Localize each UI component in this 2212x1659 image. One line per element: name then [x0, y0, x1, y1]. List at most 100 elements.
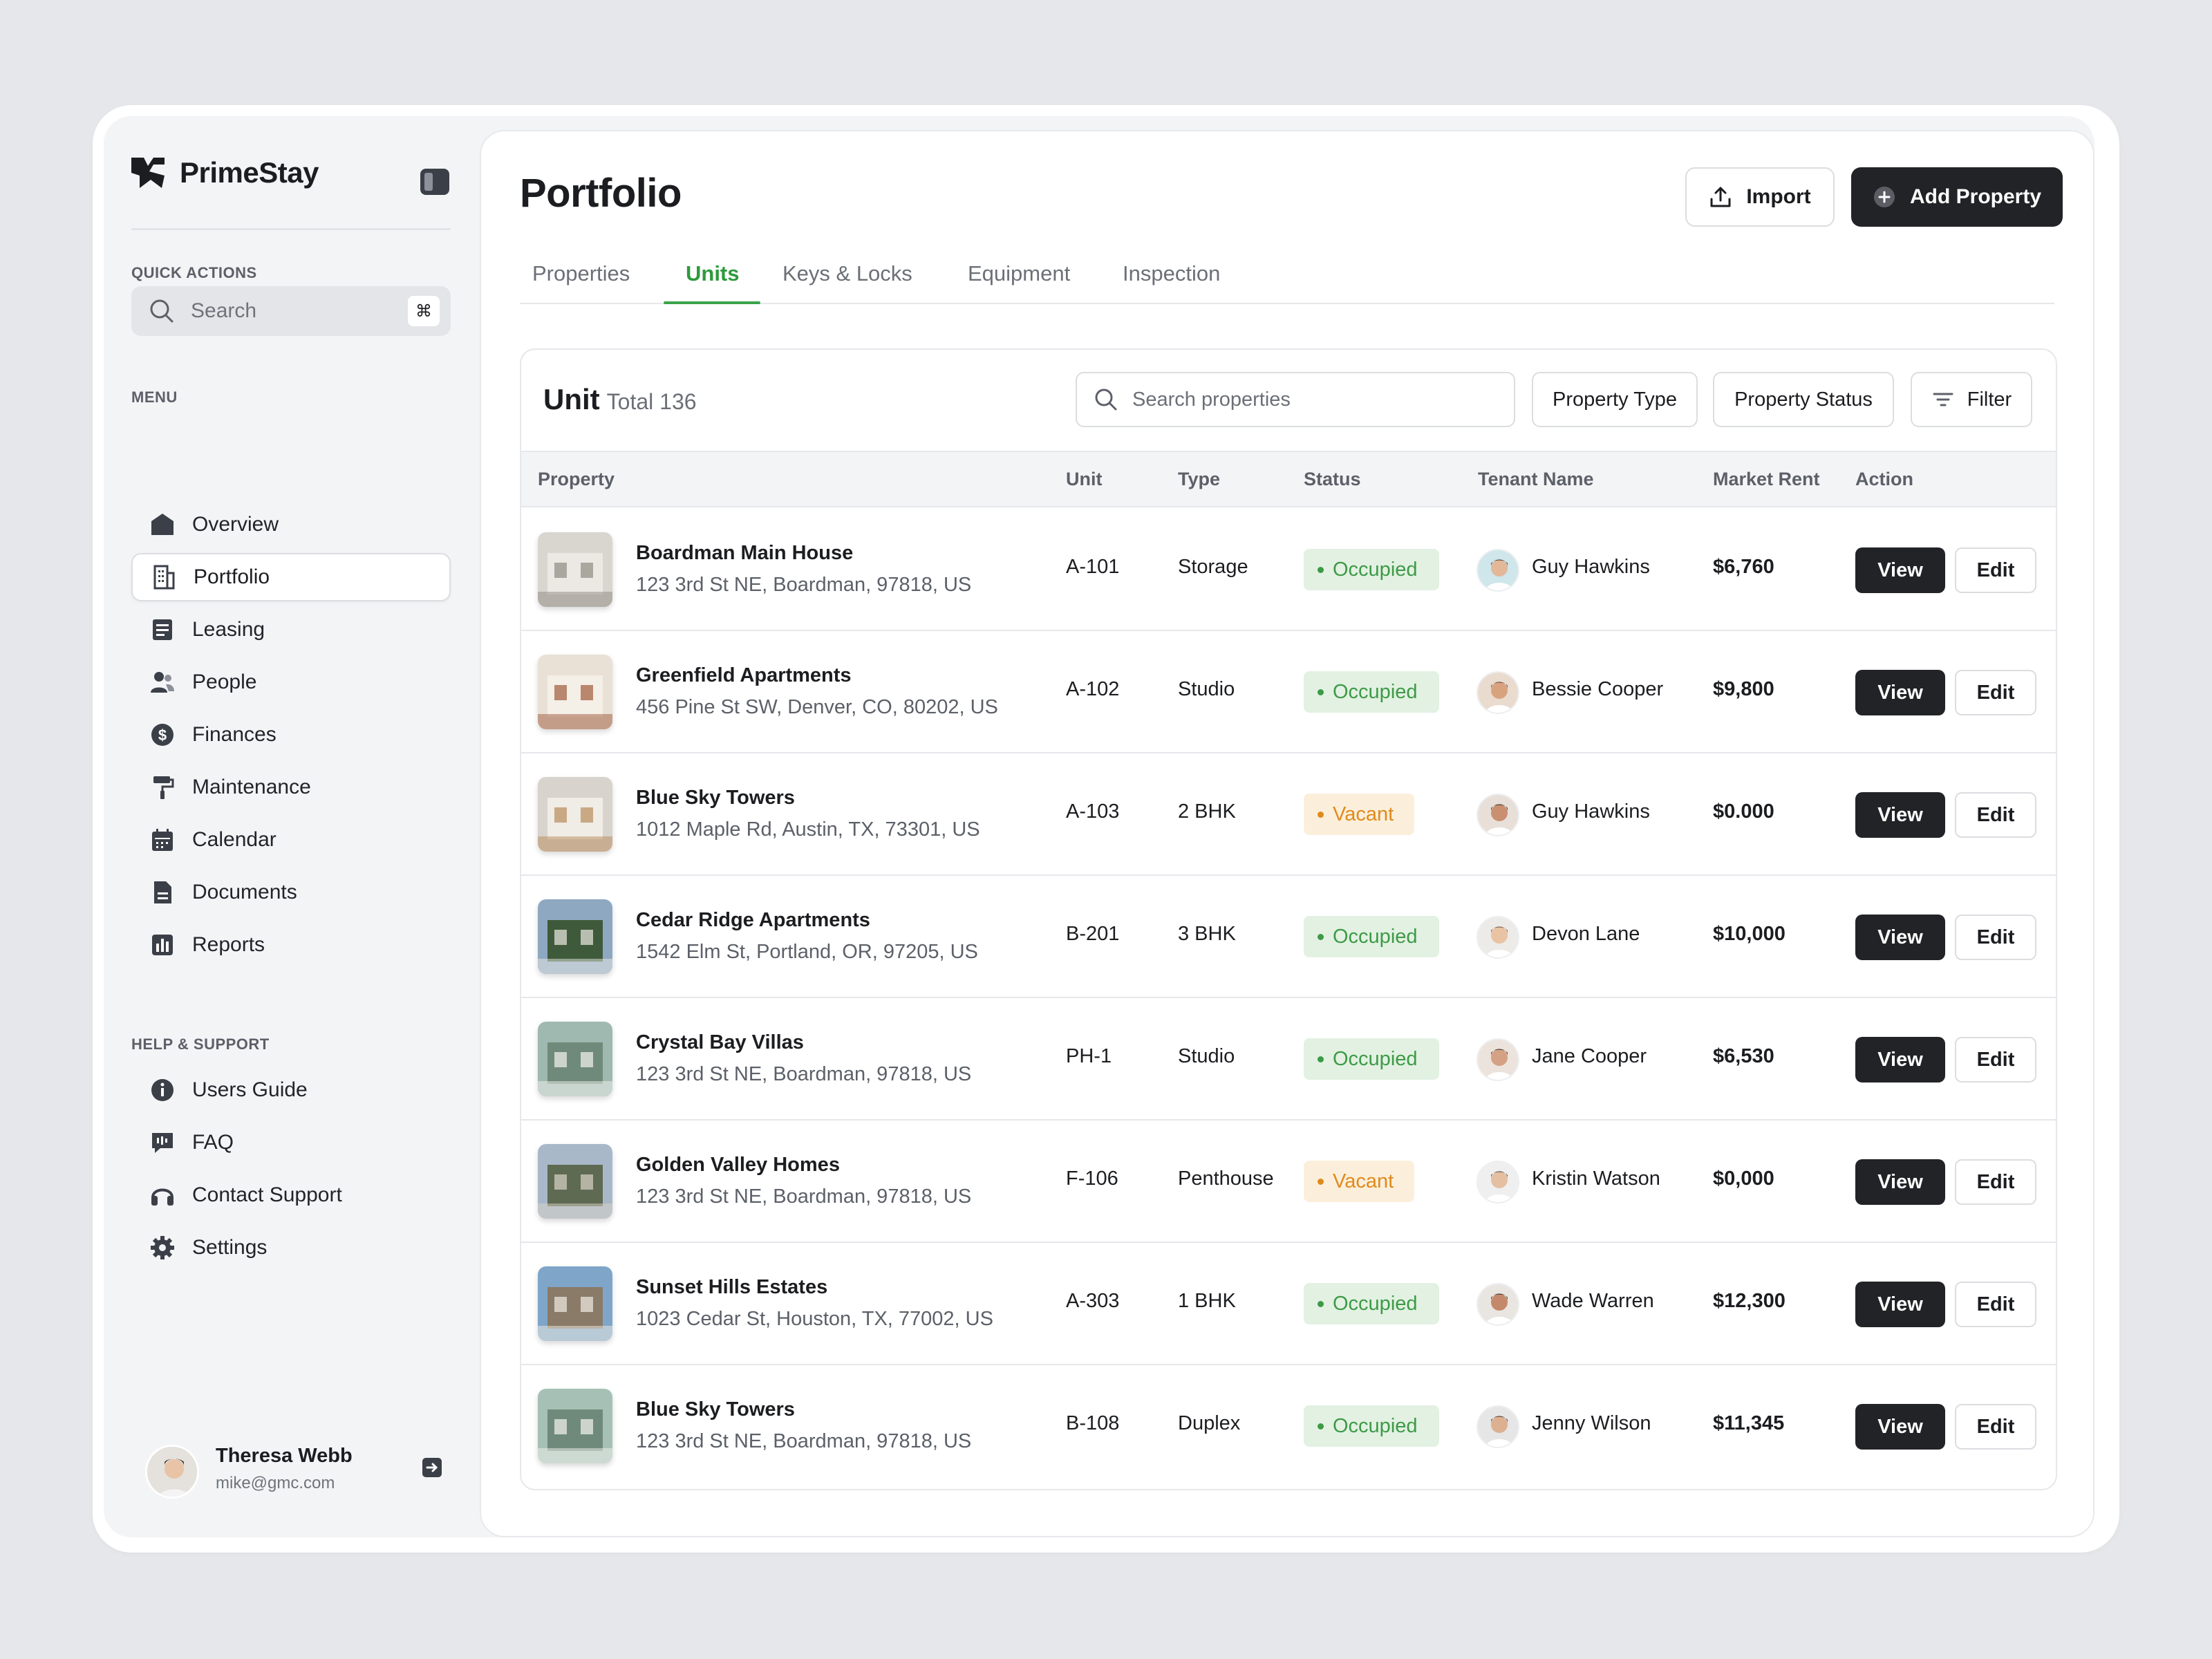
sidebar-item-contact-support[interactable]: Contact Support: [131, 1171, 451, 1219]
tab-equipment[interactable]: Equipment: [968, 261, 1070, 303]
property-name[interactable]: Golden Valley Homes: [636, 1154, 840, 1177]
property-thumbnail[interactable]: [538, 777, 612, 852]
market-rent: $10,000: [1713, 923, 1785, 945]
property-thumbnail[interactable]: [538, 1266, 612, 1341]
people-icon: [149, 669, 176, 695]
property-name[interactable]: Blue Sky Towers: [636, 1398, 795, 1421]
dollar-icon: $: [149, 722, 176, 748]
filter-icon: [1933, 393, 1953, 406]
tab-keys-locks[interactable]: Keys & Locks: [782, 261, 912, 303]
sidebar-item-reports[interactable]: Reports: [131, 921, 451, 969]
sidebar-search[interactable]: Search ⌘: [131, 286, 451, 336]
property-thumbnail[interactable]: [538, 532, 612, 607]
view-button[interactable]: View: [1855, 1404, 1945, 1450]
view-button[interactable]: View: [1855, 915, 1945, 960]
tab-units[interactable]: Units: [686, 261, 740, 303]
tenant-name[interactable]: Bessie Cooper: [1532, 678, 1663, 701]
sidebar-item-overview[interactable]: Overview: [131, 500, 451, 549]
view-button[interactable]: View: [1855, 670, 1945, 715]
tab-inspection[interactable]: Inspection: [1123, 261, 1220, 303]
view-button[interactable]: View: [1855, 792, 1945, 838]
import-button[interactable]: Import: [1685, 167, 1835, 227]
tenant-name[interactable]: Jane Cooper: [1532, 1045, 1647, 1068]
user-profile[interactable]: Theresa Webb mike@gmc.com: [145, 1445, 353, 1499]
brand[interactable]: PrimeStay: [130, 155, 319, 191]
sidebar-item-people[interactable]: People: [131, 658, 451, 706]
property-thumbnail[interactable]: [538, 1022, 612, 1096]
search-placeholder: Search properties: [1132, 388, 1291, 411]
market-rent: $9,800: [1713, 678, 1774, 700]
tab-properties[interactable]: Properties: [532, 261, 630, 303]
sidebar-item-label: Overview: [192, 513, 279, 536]
search-properties-input[interactable]: Search properties: [1076, 372, 1515, 427]
sidebar-item-portfolio[interactable]: Portfolio: [131, 553, 451, 601]
edit-button[interactable]: Edit: [1955, 547, 2036, 593]
sidebar-item-users-guide[interactable]: Users Guide: [131, 1066, 451, 1114]
avatar: [1477, 671, 1519, 714]
property-address: 123 3rd St NE, Boardman, 97818, US: [636, 1063, 972, 1085]
column-header-status[interactable]: Status: [1304, 469, 1361, 490]
sidebar-item-leasing[interactable]: Leasing: [131, 606, 451, 654]
app-frame: PrimeStay QUICK ACTIONS Search ⌘ MENU Ov…: [93, 105, 2119, 1553]
property-thumbnail[interactable]: [538, 899, 612, 974]
column-header-property[interactable]: Property: [538, 469, 615, 490]
property-status-filter[interactable]: Property Status: [1713, 372, 1894, 427]
tenant-name[interactable]: Guy Hawkins: [1532, 556, 1650, 579]
type-cell: 2 BHK: [1178, 800, 1236, 823]
property-name[interactable]: Cedar Ridge Apartments: [636, 909, 870, 932]
property-thumbnail[interactable]: [538, 655, 612, 729]
column-header-tenant[interactable]: Tenant Name: [1478, 469, 1594, 490]
property-name[interactable]: Blue Sky Towers: [636, 787, 795, 809]
edit-button[interactable]: Edit: [1955, 1282, 2036, 1327]
unit-cell: B-201: [1066, 923, 1120, 945]
sidebar-item-documents[interactable]: Documents: [131, 868, 451, 917]
edit-button[interactable]: Edit: [1955, 915, 2036, 960]
logout-icon[interactable]: [420, 1456, 444, 1479]
sidebar-toggle-icon[interactable]: [420, 169, 449, 195]
building-icon: [151, 564, 177, 590]
property-address: 1542 Elm St, Portland, OR, 97205, US: [636, 941, 978, 963]
sidebar-item-label: Documents: [192, 881, 297, 903]
property-thumbnail[interactable]: [538, 1144, 612, 1219]
sidebar-search-label: Search: [191, 299, 257, 322]
column-header-unit[interactable]: Unit: [1066, 469, 1102, 490]
property-name[interactable]: Boardman Main House: [636, 542, 853, 565]
edit-button[interactable]: Edit: [1955, 1404, 2036, 1450]
view-button[interactable]: View: [1855, 1037, 1945, 1082]
sidebar-item-calendar[interactable]: Calendar: [131, 816, 451, 864]
property-name[interactable]: Greenfield Apartments: [636, 664, 852, 687]
property-type-filter[interactable]: Property Type: [1532, 372, 1698, 427]
view-button[interactable]: View: [1855, 1282, 1945, 1327]
edit-button[interactable]: Edit: [1955, 670, 2036, 715]
main-panel: Portfolio Import Add Property Properties…: [480, 130, 2094, 1537]
sidebar-item-maintenance[interactable]: Maintenance: [131, 763, 451, 812]
sidebar-item-settings[interactable]: Settings: [131, 1224, 451, 1272]
tenant-name[interactable]: Guy Hawkins: [1532, 800, 1650, 823]
tenant-name[interactable]: Kristin Watson: [1532, 1168, 1660, 1190]
edit-button[interactable]: Edit: [1955, 1159, 2036, 1205]
market-rent: $12,300: [1713, 1290, 1785, 1312]
search-icon: [150, 299, 174, 323]
user-name: Theresa Webb: [216, 1445, 353, 1467]
bar-chart-icon: [149, 932, 176, 958]
column-header-market-rent[interactable]: Market Rent: [1713, 469, 1820, 490]
filter-button[interactable]: Filter: [1911, 372, 2032, 427]
view-button[interactable]: View: [1855, 1159, 1945, 1205]
tenant-name[interactable]: Devon Lane: [1532, 923, 1640, 946]
add-property-button[interactable]: Add Property: [1851, 167, 2063, 227]
edit-button[interactable]: Edit: [1955, 792, 2036, 838]
svg-text:$: $: [158, 727, 167, 744]
upload-icon: [1710, 187, 1731, 207]
property-name[interactable]: Crystal Bay Villas: [636, 1031, 804, 1054]
property-thumbnail[interactable]: [538, 1389, 612, 1463]
column-header-type[interactable]: Type: [1178, 469, 1220, 490]
menu-label: MENU: [131, 388, 178, 406]
sidebar-item-finances[interactable]: $ Finances: [131, 711, 451, 759]
edit-button[interactable]: Edit: [1955, 1037, 2036, 1082]
sidebar-item-faq[interactable]: FAQ: [131, 1118, 451, 1167]
property-name[interactable]: Sunset Hills Estates: [636, 1276, 827, 1299]
tenant-name[interactable]: Jenny Wilson: [1532, 1412, 1651, 1435]
tenant-name[interactable]: Wade Warren: [1532, 1290, 1654, 1313]
view-button[interactable]: View: [1855, 547, 1945, 593]
avatar: [145, 1445, 199, 1499]
